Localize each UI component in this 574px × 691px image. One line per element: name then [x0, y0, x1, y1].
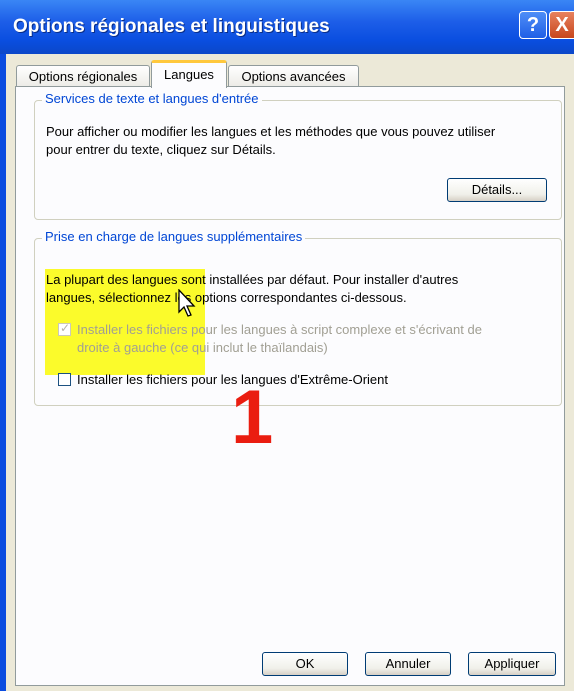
supplemental-languages-group: Prise en charge de langues supplémentair… — [34, 229, 562, 406]
close-button[interactable]: X — [549, 11, 574, 39]
dialog-window: Options régionales et linguistiques ? X … — [0, 0, 574, 691]
complex-script-label-line2: droite à gauche (ce qui inclut le thaïla… — [77, 340, 328, 355]
complex-script-checkbox[interactable]: ✓ — [58, 321, 71, 336]
text-services-description-line2: pour entrer du texte, cliquez sur Détail… — [46, 142, 276, 157]
tab-languages[interactable]: Langues — [151, 60, 227, 88]
text-services-description-line1: Pour afficher ou modifier les langues et… — [46, 124, 496, 139]
ok-button[interactable]: OK — [262, 652, 348, 676]
title-bar[interactable]: Options régionales et linguistiques ? X — [0, 0, 574, 54]
details-button[interactable]: Détails... — [447, 178, 547, 202]
window-title: Options régionales et linguistiques — [13, 16, 330, 37]
step-number-annotation: 1 — [231, 375, 274, 460]
tab-panel-languages: Services de texte et langues d'entrée Po… — [15, 86, 565, 686]
help-button[interactable]: ? — [519, 11, 547, 39]
complex-script-label-line1: Installer les fichiers pour les langues … — [77, 322, 482, 337]
mouse-pointer-icon — [178, 289, 196, 317]
cancel-button[interactable]: Annuler — [365, 652, 451, 676]
east-asian-checkbox[interactable] — [58, 373, 71, 386]
tab-advanced-options[interactable]: Options avancées — [228, 65, 359, 87]
supplemental-description-line1: La plupart des langues sont installées p… — [46, 272, 459, 287]
supplemental-languages-legend: Prise en charge de langues supplémentair… — [42, 229, 306, 244]
text-services-group: Services de texte et langues d'entrée Po… — [34, 91, 562, 220]
dialog-client-area: Options régionales Langues Options avanc… — [6, 54, 574, 691]
checkmark-icon: ✓ — [60, 321, 71, 335]
text-services-legend: Services de texte et langues d'entrée — [42, 91, 262, 106]
apply-button[interactable]: Appliquer — [468, 652, 556, 676]
tab-regional-options[interactable]: Options régionales — [16, 65, 150, 87]
supplemental-description-line2: langues, sélectionnez les options corres… — [46, 290, 407, 305]
